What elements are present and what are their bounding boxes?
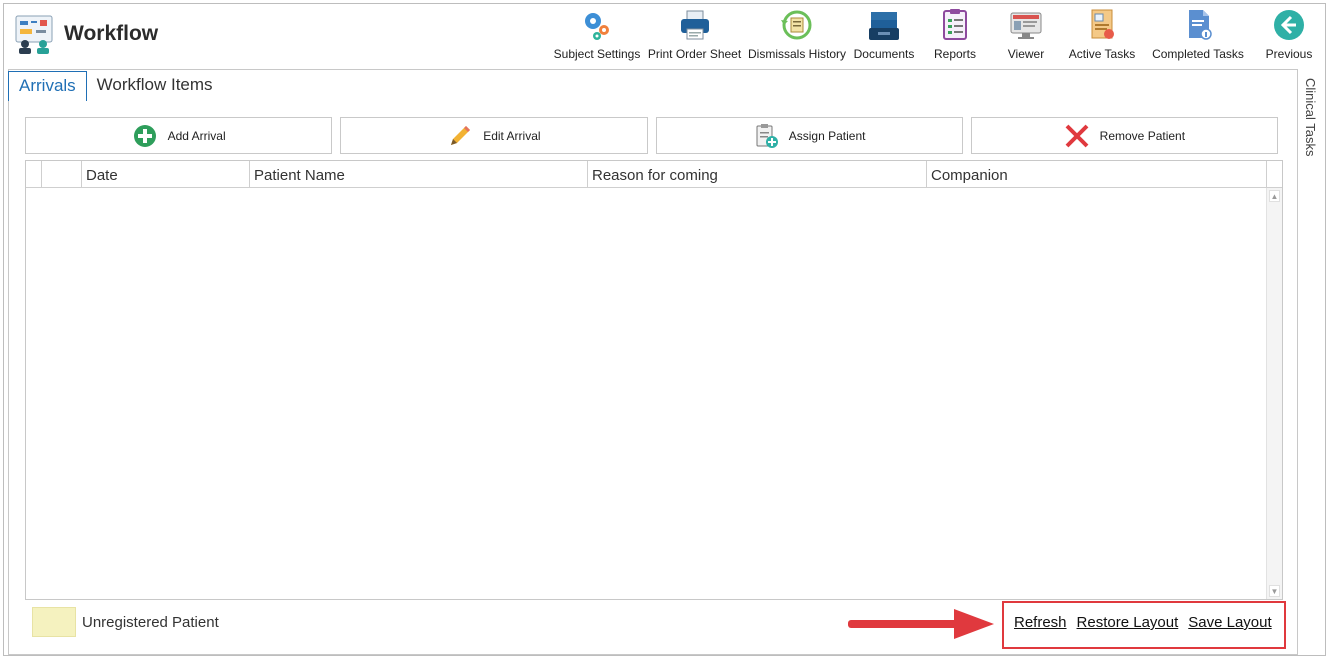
history-icon <box>780 8 814 42</box>
completed-tasks-icon <box>1181 8 1215 42</box>
remove-patient-button[interactable]: Remove Patient <box>970 117 1278 154</box>
arrivals-grid[interactable]: Date Patient Name Reason for coming Comp… <box>25 160 1283 600</box>
active-tasks-button[interactable]: Active Tasks <box>1061 4 1143 67</box>
scroll-up-icon[interactable]: ▲ <box>1269 190 1280 202</box>
column-header-patient-name[interactable]: Patient Name <box>250 161 588 188</box>
add-arrival-label: Add Arrival <box>167 128 226 143</box>
toolbar-label: Previous <box>1265 47 1313 61</box>
completed-tasks-button[interactable]: Completed Tasks <box>1143 4 1253 67</box>
column-header-date[interactable]: Date <box>82 161 250 188</box>
scroll-down-icon[interactable]: ▼ <box>1269 585 1280 597</box>
app-title: Workflow <box>64 22 159 45</box>
active-tasks-icon <box>1085 8 1119 42</box>
edit-arrival-label: Edit Arrival <box>483 128 541 143</box>
clinical-tasks-side-tab[interactable]: Clinical Tasks <box>1300 74 1326 214</box>
toolbar-label: Reports <box>933 47 977 61</box>
gears-icon <box>580 8 614 42</box>
action-bar: Add Arrival Edit Arrival Assign Patient … <box>25 117 1278 154</box>
side-tab-label: Clinical Tasks <box>1303 78 1318 157</box>
toolbar-label: Completed Tasks <box>1152 47 1244 61</box>
legend-swatch <box>32 607 76 637</box>
viewer-button[interactable]: Viewer <box>991 4 1061 67</box>
legend-label: Unregistered Patient <box>82 614 219 631</box>
document-tray-icon <box>867 8 901 42</box>
toolbar: Subject Settings Print Order Sheet Dismi… <box>550 4 1325 67</box>
toolbar-label: Documents <box>853 47 915 61</box>
reports-button[interactable]: Reports <box>919 4 991 67</box>
column-header-indicator[interactable] <box>26 161 42 188</box>
assign-patient-button[interactable]: Assign Patient <box>655 117 963 154</box>
restore-layout-link[interactable]: Restore Layout <box>1077 614 1179 631</box>
column-header-companion[interactable]: Companion <box>927 161 1267 188</box>
subject-settings-button[interactable]: Subject Settings <box>550 4 644 67</box>
refresh-link[interactable]: Refresh <box>1014 614 1067 631</box>
toolbar-label: Print Order Sheet <box>647 47 742 61</box>
column-header-select[interactable] <box>42 161 82 188</box>
toolbar-label: Dismissals History <box>747 47 846 61</box>
add-arrival-button[interactable]: Add Arrival <box>25 117 333 154</box>
documents-button[interactable]: Documents <box>849 4 919 67</box>
red-x-icon <box>1064 123 1090 149</box>
tab-arrivals[interactable]: Arrivals <box>8 71 87 101</box>
annotation-arrow-icon <box>848 609 994 639</box>
grid-header: Date Patient Name Reason for coming Comp… <box>26 161 1282 188</box>
assign-patient-label: Assign Patient <box>788 128 866 143</box>
toolbar-label: Active Tasks <box>1068 47 1136 61</box>
report-icon <box>938 8 972 42</box>
vertical-scrollbar[interactable]: ▲ ▼ <box>1266 188 1282 599</box>
back-arrow-icon <box>1272 8 1306 42</box>
edit-arrival-button[interactable]: Edit Arrival <box>340 117 648 154</box>
previous-button[interactable]: Previous <box>1253 4 1325 67</box>
tab-strip: Arrivals Workflow Items <box>8 71 223 101</box>
plus-circle-icon <box>132 123 158 149</box>
workflow-board-icon <box>14 14 54 54</box>
print-order-sheet-button[interactable]: Print Order Sheet <box>644 4 745 67</box>
clipboard-plus-icon <box>753 123 779 149</box>
printer-icon <box>678 8 712 42</box>
remove-patient-label: Remove Patient <box>1099 128 1186 143</box>
tab-workflow-items[interactable]: Workflow Items <box>87 71 223 101</box>
column-header-reason[interactable]: Reason for coming <box>588 161 927 188</box>
viewer-icon <box>1009 8 1043 42</box>
toolbar-label: Viewer <box>1007 47 1045 61</box>
header: Workflow Subject Settings Print Order Sh… <box>4 4 1325 67</box>
pencil-icon <box>447 123 473 149</box>
dismissals-history-button[interactable]: Dismissals History <box>745 4 849 67</box>
save-layout-link[interactable]: Save Layout <box>1188 614 1271 631</box>
layout-links: Refresh Restore Layout Save Layout <box>1014 614 1272 631</box>
window-frame: Workflow Subject Settings Print Order Sh… <box>3 3 1326 656</box>
toolbar-label: Subject Settings <box>553 47 641 61</box>
